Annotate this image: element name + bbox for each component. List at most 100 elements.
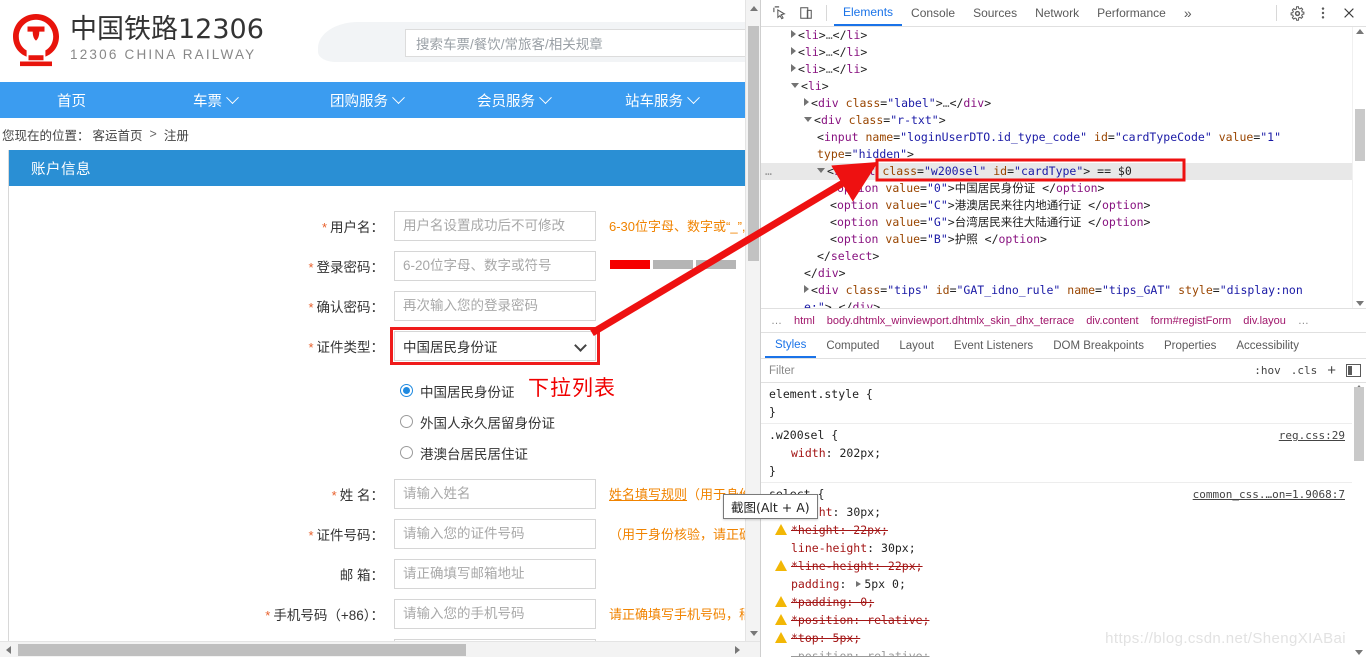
tab-event-listeners[interactable]: Event Listeners <box>944 333 1043 358</box>
radio-resident-id[interactable] <box>400 384 413 397</box>
css-declaration[interactable]: padding: 5px 0; <box>769 575 1366 593</box>
tab-network[interactable]: Network <box>1026 0 1088 26</box>
expand-arrow-icon[interactable] <box>791 30 796 38</box>
nav-item-member-service[interactable]: 会员服务 <box>477 82 552 118</box>
password-input[interactable] <box>394 250 596 281</box>
expand-shorthand-icon[interactable] <box>856 581 862 587</box>
dom-tree-scrollbar[interactable] <box>1352 27 1366 308</box>
tab-performance[interactable]: Performance <box>1088 0 1175 26</box>
card-type-select[interactable]: 中国居民身份证 <box>390 326 600 365</box>
breadcrumb-node-body[interactable]: body.dhtmlx_winviewport.dhtmlx_skin_dhx_… <box>821 315 1080 327</box>
tab-accessibility[interactable]: Accessibility <box>1226 333 1309 358</box>
breadcrumb-home-link[interactable]: 客运首页 <box>93 125 143 144</box>
id-number-input[interactable] <box>394 518 596 549</box>
tab-console[interactable]: Console <box>902 0 964 26</box>
dom-node-line[interactable]: </select> <box>761 248 1366 265</box>
css-declaration[interactable]: *height: 22px; <box>769 521 1366 539</box>
css-rule[interactable]: select {common_css.…on=1.9068:7height: 3… <box>761 483 1366 657</box>
nav-item-home[interactable]: 首页 <box>57 82 86 118</box>
collapse-arrow-icon[interactable] <box>804 117 812 122</box>
sidebar-toggle-icon[interactable] <box>1346 364 1361 377</box>
name-rule-link[interactable]: 姓名填写规则 <box>609 487 687 502</box>
tab-dom-breakpoints[interactable]: DOM Breakpoints <box>1043 333 1154 358</box>
breadcrumb-overflow-start[interactable]: … <box>765 315 788 327</box>
inspect-icon[interactable] <box>767 0 793 26</box>
scroll-down-arrow-icon[interactable] <box>746 625 760 641</box>
gear-icon[interactable] <box>1284 0 1310 26</box>
css-declaration[interactable]: *top: 5px; <box>769 629 1366 647</box>
collapse-arrow-icon[interactable] <box>817 168 825 173</box>
styles-scrollbar[interactable] <box>1352 383 1366 657</box>
css-declaration[interactable]: line-height: 30px; <box>769 539 1366 557</box>
vertical-scroll-thumb[interactable] <box>748 26 759 261</box>
css-source-link[interactable]: reg.css:29 <box>1279 427 1345 445</box>
expand-arrow-icon[interactable] <box>791 47 796 55</box>
page-vertical-scrollbar[interactable] <box>745 0 760 641</box>
css-declaration[interactable]: width: 202px; <box>769 444 1366 462</box>
styles-filter-input[interactable]: Filter <box>769 365 795 377</box>
dom-node-line[interactable]: <li>…</li> <box>761 27 1366 44</box>
dom-scroll-thumb[interactable] <box>1355 109 1365 161</box>
radio-hmt-residence[interactable] <box>400 446 413 459</box>
confirm-password-input[interactable] <box>394 290 596 321</box>
dom-node-line[interactable]: <option value="G">台湾居民来往大陆通行证 </option> <box>761 214 1366 231</box>
css-declaration[interactable]: height: 30px; <box>769 503 1366 521</box>
tab-properties[interactable]: Properties <box>1154 333 1226 358</box>
css-declaration[interactable]: _position: relative; <box>769 647 1366 657</box>
dom-node-line[interactable]: <li>…</li> <box>761 61 1366 78</box>
name-input[interactable] <box>394 478 596 509</box>
phone-input[interactable] <box>394 598 596 629</box>
css-declaration[interactable]: *position: relative; <box>769 611 1366 629</box>
scroll-right-arrow-icon[interactable] <box>729 642 745 657</box>
css-declaration[interactable]: *padding: 0; <box>769 593 1366 611</box>
device-toolbar-icon[interactable] <box>793 0 819 26</box>
dom-tree[interactable]: <li>…</li> <li>…</li> <li>…</li> <li> <div c… <box>761 27 1366 308</box>
dom-node-line[interactable]: <option value="B">护照 </option> <box>761 231 1366 248</box>
css-declaration[interactable]: *line-height: 22px; <box>769 557 1366 575</box>
dom-scroll-down-icon[interactable] <box>1356 301 1364 306</box>
search-input[interactable]: 搜索车票/餐饮/常旅客/相关规章 <box>405 29 753 57</box>
dom-node-line[interactable]: <li>…</li> <box>761 44 1366 61</box>
tab-computed[interactable]: Computed <box>816 333 889 358</box>
breadcrumb-node-form[interactable]: form#registForm <box>1145 315 1238 327</box>
dom-node-line[interactable]: <option value="C">港澳居民来往内地通行证 </option> <box>761 197 1366 214</box>
styles-scroll-down-icon[interactable] <box>1355 650 1363 655</box>
email-input[interactable] <box>394 558 596 589</box>
tab-elements[interactable]: Elements <box>834 0 903 26</box>
dom-node-line[interactable]: <option value="0">中国居民身份证 </option> <box>761 180 1366 197</box>
dom-node-line[interactable]: <div class="r-txt"> <box>761 112 1366 129</box>
cls-toggle[interactable]: .cls <box>1291 364 1318 377</box>
tab-layout[interactable]: Layout <box>889 333 944 358</box>
css-rule[interactable]: .w200sel {reg.css:29 width: 202px;} <box>761 424 1366 483</box>
styles-scroll-thumb[interactable] <box>1354 387 1364 461</box>
tab-sources[interactable]: Sources <box>964 0 1026 26</box>
dom-node-line[interactable]: type="hidden"> <box>761 146 1366 163</box>
dom-node-line[interactable]: <div class="tips" id="GAT_idno_rule" nam… <box>761 282 1366 299</box>
dom-node-line[interactable]: <input name="loginUserDTO.id_type_code" … <box>761 129 1366 146</box>
expand-arrow-icon[interactable] <box>804 285 809 293</box>
breadcrumb-node-content[interactable]: div.content <box>1080 315 1144 327</box>
css-rule[interactable]: element.style {} <box>761 383 1366 424</box>
more-tabs-icon[interactable]: » <box>1175 5 1201 21</box>
breadcrumb-node-layout[interactable]: div.layou <box>1237 315 1292 327</box>
dom-node-line[interactable]: <li> <box>761 78 1366 95</box>
page-horizontal-scrollbar[interactable] <box>0 641 760 657</box>
breadcrumb-node-html[interactable]: html <box>788 315 821 327</box>
radio-foreign-permanent[interactable] <box>400 415 413 428</box>
styles-rules-pane[interactable]: element.style {} .w200sel {reg.css:29 widt… <box>761 383 1366 657</box>
nav-item-tickets[interactable]: 车票 <box>193 82 239 118</box>
css-source-link[interactable]: common_css.…on=1.9068:7 <box>1193 486 1345 504</box>
dom-node-line[interactable]: <div class="label">…</div> <box>761 95 1366 112</box>
nav-item-group-service[interactable]: 团购服务 <box>330 82 405 118</box>
new-style-rule-icon[interactable]: + <box>1327 362 1336 379</box>
dom-node-line[interactable]: e:">…</div> <box>761 299 1366 308</box>
breadcrumb-overflow-end[interactable]: … <box>1292 315 1315 327</box>
expand-arrow-icon[interactable] <box>791 64 796 72</box>
hov-toggle[interactable]: :hov <box>1254 364 1281 377</box>
horizontal-scroll-thumb[interactable] <box>18 644 466 656</box>
tab-styles[interactable]: Styles <box>765 333 817 358</box>
dom-node-line[interactable]: <select class="w200sel" id="cardType"> =… <box>761 163 1366 180</box>
close-icon[interactable] <box>1336 0 1362 26</box>
username-input[interactable] <box>394 210 596 241</box>
dom-node-line[interactable]: </div> <box>761 265 1366 282</box>
